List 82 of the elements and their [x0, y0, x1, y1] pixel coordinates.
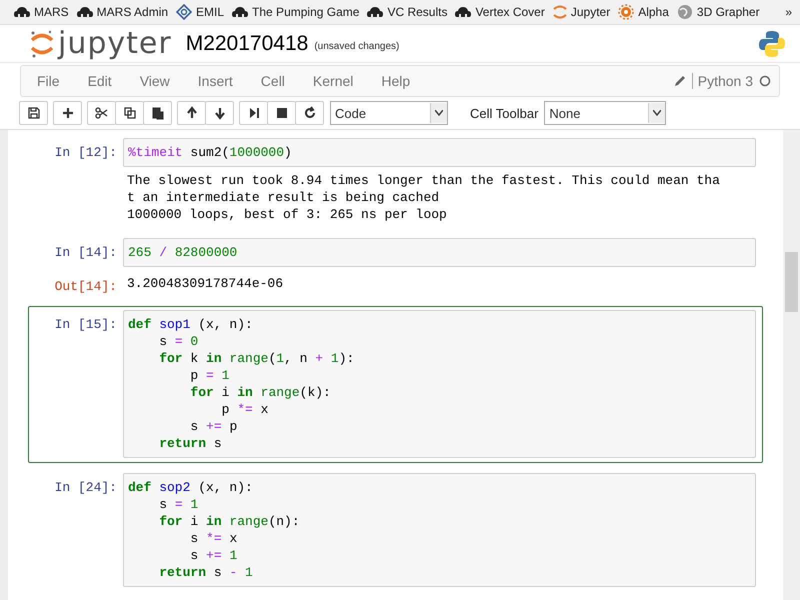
- jupyter-logo-icon: [30, 28, 54, 58]
- bookmark-label: MARS Admin: [96, 5, 168, 19]
- menu-item[interactable]: Insert: [198, 73, 249, 89]
- menu-item[interactable]: Edit: [88, 73, 128, 89]
- code-input[interactable]: def sop2 (x, n): s = 1 for i in range(n): s *= x s += 1 return s - 1: [123, 473, 756, 587]
- save-button[interactable]: [19, 101, 48, 125]
- bookmark-label: 3D Grapher: [696, 5, 760, 19]
- paste-button[interactable]: [143, 101, 172, 125]
- bookmark-link[interactable]: MARS Admin: [76, 5, 168, 19]
- cell-type-select[interactable]: Code: [330, 101, 448, 125]
- bookmark-link[interactable]: Vertex Cover: [455, 5, 545, 19]
- code-input[interactable]: %timeit sum2(1000000): [123, 138, 756, 167]
- plus-icon: [60, 106, 74, 120]
- bookmarks-overflow[interactable]: »: [785, 5, 792, 19]
- kernel-name: Python 3: [692, 73, 753, 89]
- arrow-down-button[interactable]: [205, 101, 234, 125]
- code-cell[interactable]: In [24]: def sop2 (x, n): s = 1 for i in range(n): s *= x s += 1 return s - 1: [28, 469, 763, 592]
- code-cell[interactable]: In [12]: %timeit sum2(1000000) The slowest run took 8.94 times longer than the fastest. This could mean tha t an intermediate result is being cached 1000000 loops, best of 3: 265 ns per loop: [28, 134, 763, 228]
- bookmark-label: MARS: [34, 5, 69, 19]
- cloud-icon: [76, 6, 93, 18]
- plus-button[interactable]: [53, 101, 82, 125]
- logo-wordmark: jupyter: [58, 26, 172, 61]
- bookmark-link[interactable]: Alpha: [618, 4, 669, 20]
- refresh-button[interactable]: [295, 101, 324, 125]
- cloud-icon: [455, 6, 472, 18]
- scissors-button[interactable]: [87, 101, 116, 125]
- menu-item[interactable]: View: [140, 73, 186, 89]
- copy-icon: [122, 106, 136, 120]
- output-prompt: Out[14]:: [54, 278, 118, 295]
- bookmark-label: Vertex Cover: [475, 5, 545, 19]
- menu-item[interactable]: Cell: [260, 73, 301, 89]
- cloud-icon: [367, 6, 384, 18]
- save-icon: [26, 106, 40, 120]
- arrow-up-icon: [184, 106, 198, 120]
- code-cell[interactable]: In [14]: 265 / 82800000 Out[14]: 3.20048309178744e-06: [28, 234, 763, 300]
- arrow-down-icon: [212, 106, 226, 120]
- caret-icon: [653, 110, 662, 116]
- menu-item[interactable]: Kernel: [312, 73, 370, 89]
- stop-button[interactable]: [267, 101, 296, 125]
- menu-item[interactable]: Help: [381, 73, 426, 89]
- input-prompt: In [14]:: [54, 244, 118, 262]
- python-logo-icon: [758, 30, 786, 58]
- bookmark-link[interactable]: VC Results: [367, 5, 448, 19]
- bookmark-link[interactable]: The Pumping Game: [232, 5, 360, 19]
- input-prompt: In [12]:: [54, 144, 118, 162]
- scissors-icon: [94, 106, 108, 120]
- pencil-icon[interactable]: [674, 75, 686, 87]
- caret-icon: [435, 110, 443, 116]
- menu-item[interactable]: File: [37, 73, 76, 89]
- bookmark-link[interactable]: MARS: [14, 5, 69, 19]
- bookmark-label: EMIL: [196, 5, 224, 19]
- cell-toolbar-label: Cell Toolbar: [470, 106, 538, 120]
- globe-icon: [676, 4, 693, 20]
- bookmark-label: VC Results: [387, 5, 448, 19]
- paste-icon: [150, 106, 164, 120]
- network-icon: [176, 4, 192, 20]
- bookmark-label: The Pumping Game: [252, 5, 360, 19]
- code-input[interactable]: 265 / 82800000: [123, 238, 756, 267]
- save-status: (unsaved changes): [314, 41, 400, 52]
- input-prompt: In [24]:: [54, 479, 118, 497]
- bookmark-label: Alpha: [638, 5, 669, 19]
- bookmark-link[interactable]: EMIL: [176, 4, 224, 20]
- copy-button[interactable]: [115, 101, 144, 125]
- cloud-icon: [232, 6, 248, 18]
- sun-icon: [618, 4, 634, 20]
- refresh-icon: [302, 106, 316, 120]
- stream-output: The slowest run took 8.94 times longer than the fastest. This could mean tha t an intermediate result is being cached 1000000 loops, best of 3: 265 ns per loop: [126, 172, 721, 223]
- code-input[interactable]: def sop1 (x, n): s = 0 for k in range(1, n + 1): p = 1 for i in range(k): p *= x s += p return s: [123, 310, 756, 458]
- stop-icon: [274, 106, 288, 120]
- selected-code-cell[interactable]: In [15]: def sop1 (x, n): s = 0 for k in range(1, n + 1): p = 1 for i in range(k): p *= x s += p return s: [28, 306, 763, 463]
- result-output: 3.20048309178744e-06: [126, 275, 284, 293]
- arrow-up-button[interactable]: [177, 101, 206, 125]
- cell-toolbar-select[interactable]: None: [544, 101, 666, 125]
- bookmark-label: Jupyter: [570, 5, 610, 19]
- bookmark-link[interactable]: Jupyter: [552, 4, 610, 20]
- jupyter-logo[interactable]: jupyter: [30, 26, 172, 61]
- input-prompt: In [15]:: [54, 316, 118, 334]
- bookmark-link[interactable]: 3D Grapher: [676, 4, 760, 20]
- jupyter-logo-icon: [552, 4, 567, 20]
- notebook-name[interactable]: M220170418: [186, 32, 308, 56]
- step-forward-button[interactable]: [239, 101, 268, 125]
- cloud-icon: [14, 6, 30, 18]
